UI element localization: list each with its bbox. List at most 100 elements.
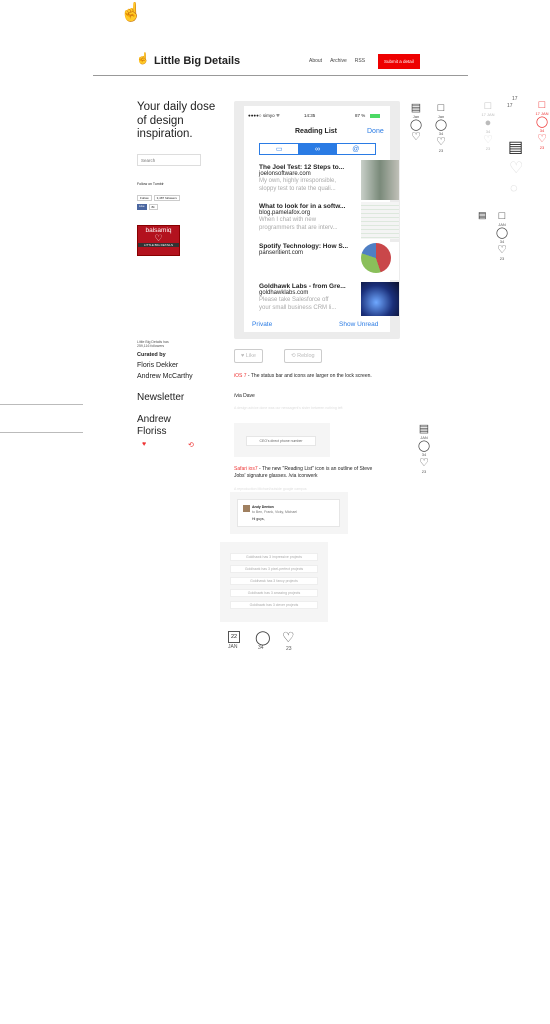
facebook-like-widget[interactable]: Like 8k	[137, 204, 158, 210]
post-text-1: iOS 7 - The status bar and icons are lar…	[234, 373, 374, 380]
heart-outline-icon: ♡	[154, 233, 163, 243]
comment-filled-icon[interactable]: ●	[477, 117, 499, 129]
done-button[interactable]: Done	[367, 128, 384, 135]
submit-detail-button[interactable]: Submit a detail	[378, 54, 420, 69]
post-tag[interactable]: Safari ios7	[234, 466, 258, 472]
project-row: Goldhawk has 3 impressive projects	[230, 553, 318, 561]
like-count: 23	[499, 256, 505, 261]
private-button[interactable]: Private	[252, 321, 272, 328]
curator-andrew[interactable]: Andrew McCarthy	[137, 373, 193, 380]
calendar-month: JAN	[228, 644, 238, 650]
heart-outline-icon[interactable]: ♡	[282, 629, 295, 646]
followers-line2: 259,116 followers	[137, 344, 165, 348]
comment-icon[interactable]: ◯	[495, 227, 509, 239]
comment-text: Hi guys,	[252, 517, 265, 521]
reading-glasses-icon[interactable]: ∞	[298, 144, 337, 154]
faint-caption: A reproduction Michael/outside google ca…	[234, 487, 307, 491]
heart-outline-icon[interactable]: ♡	[417, 457, 431, 469]
pie-thumbnail	[361, 243, 391, 273]
like-count: 23	[438, 148, 444, 153]
post-tag[interactable]: iOS 7	[234, 373, 247, 379]
curator-floris[interactable]: Floris Dekker	[137, 362, 178, 369]
like-count: 23	[485, 146, 491, 151]
reading-list-item-4[interactable]: Goldhawk Labs - from Gre... goldhawklabs…	[259, 283, 371, 312]
twitter-follow-widget[interactable]: Follow 3,487 followers	[137, 195, 180, 201]
heart-outline-icon[interactable]: ♡	[495, 244, 509, 256]
nav-about[interactable]: About	[309, 58, 322, 64]
reblog-button[interactable]: ⟲ Reblog	[284, 349, 322, 363]
search-input[interactable]	[137, 154, 201, 166]
calendar-icon: ▤	[410, 102, 422, 114]
ad-caption: LITTLE BIG DETAILS	[138, 243, 179, 247]
heart-outline-icon[interactable]: ♡	[477, 134, 499, 146]
reading-list-item-1[interactable]: The Joel Test: 12 Steps to... joelonsoft…	[259, 164, 371, 193]
balsamiq-ad[interactable]: balsamiq ♡ LITTLE BIG DETAILS	[137, 225, 180, 256]
calendar-icon: □	[538, 99, 546, 111]
item-desc: your small business CRM li...	[259, 304, 337, 311]
heart-outline-icon[interactable]: ♡	[509, 158, 523, 178]
newsletter-name-1: Andrew	[137, 414, 171, 425]
top-nav: About Archive RSS	[309, 58, 373, 64]
date-column-5: ▤ JAN ◯ 34 ♡ 23	[417, 423, 431, 474]
post-text-2: Safari ios7 - The new "Reading List" ico…	[234, 466, 374, 479]
header-divider	[93, 75, 468, 76]
faint-caption: A design advice done was our newsagent's…	[234, 406, 343, 410]
newsletter-heading[interactable]: Newsletter	[137, 392, 184, 403]
facebook-like-button[interactable]: Like	[137, 204, 147, 210]
item-thumbnail	[361, 202, 399, 239]
date-column-4: □ JAN ◯ 34 ♡ 23	[495, 210, 509, 261]
item-title: The Joel Test: 12 Steps to...	[259, 164, 345, 171]
twitter-follow-button[interactable]: Follow	[137, 195, 152, 201]
reading-list-item-3[interactable]: Spotify Technology: How S... pansentient…	[259, 243, 371, 257]
date-column-red: □ 17 JAN ◯ 34 ♡ 23	[535, 99, 549, 150]
like-button[interactable]: ♥ Like	[234, 349, 263, 363]
status-time: 14:35	[304, 113, 316, 118]
date-column-2: □ Jan ◯ 34 ♡ 23	[434, 102, 448, 153]
item-title: Goldhawk Labs - from Gre...	[259, 283, 346, 290]
shared-links-icon[interactable]: @	[337, 144, 375, 154]
item-url: goldhawklabs.com	[259, 290, 309, 297]
follow-tumblr-link[interactable]: Follow on Tumblr	[137, 182, 164, 186]
newsletter-names: Andrew Floriss	[137, 414, 171, 438]
heart-outline-icon[interactable]: ♡	[409, 131, 423, 143]
heart-outline-icon[interactable]: ♡	[535, 133, 549, 145]
email-preview: Andy Denton to Ben, Frank, Vicky, Michae…	[237, 499, 340, 527]
comment-icon[interactable]: ◯	[417, 440, 431, 452]
reading-list-item-2[interactable]: What to look for in a softw... blog.pame…	[259, 203, 371, 232]
reading-list-title: Reading List	[295, 128, 338, 135]
project-row: Goldhawk has 3 clever projects	[230, 601, 318, 609]
comment-icon[interactable]: ◯	[409, 119, 423, 131]
item-desc: Please take Salesforce off	[259, 297, 329, 304]
site-title[interactable]: Little Big Details	[154, 55, 240, 67]
item-desc: sloppy test to rate the quali...	[259, 185, 336, 192]
nav-archive[interactable]: Archive	[330, 58, 347, 64]
comment-icon[interactable]: ◯	[255, 629, 271, 646]
logo-hand-icon: ☝	[136, 53, 150, 65]
heart-icon[interactable]: ♥	[142, 441, 146, 448]
bookmarks-icon[interactable]: ▭	[260, 144, 298, 154]
item-desc: My own, highly irresponsible,	[259, 178, 337, 185]
post-via: /via Dave	[234, 393, 255, 399]
avatar	[243, 505, 250, 512]
item-url: pansentient.com	[259, 250, 304, 257]
nav-rss[interactable]: RSS	[355, 58, 365, 64]
item-title: Spotify Technology: How S...	[259, 243, 349, 250]
speech-bubble-icon[interactable]: ◌	[510, 180, 518, 195]
comment-count: 34	[258, 645, 264, 651]
status-battery: 87 %	[355, 113, 366, 118]
date-column-1: ▤ Jan ◯ ♡	[409, 102, 423, 143]
item-thumbnail	[361, 242, 399, 280]
item-url: joelonsoftware.com	[259, 171, 311, 178]
day-number: 17	[507, 103, 513, 109]
heart-outline-icon[interactable]: ♡	[434, 136, 448, 148]
comment-icon[interactable]: ◯	[535, 116, 549, 128]
reblog-icon[interactable]: ⟲	[188, 441, 194, 449]
project-row: Goldhawk has 3 amazing projects	[230, 589, 318, 597]
comment-icon[interactable]: ◯	[434, 119, 448, 131]
item-thumbnail	[361, 282, 399, 316]
left-divider-2	[0, 432, 83, 433]
facebook-like-count: 8k	[148, 204, 158, 210]
comment-recipients: to Ben, Frank, Vicky, Michael	[252, 510, 297, 514]
show-unread-button[interactable]: Show Unread	[339, 321, 378, 328]
segmented-control[interactable]: ▭ ∞ @	[259, 143, 376, 155]
